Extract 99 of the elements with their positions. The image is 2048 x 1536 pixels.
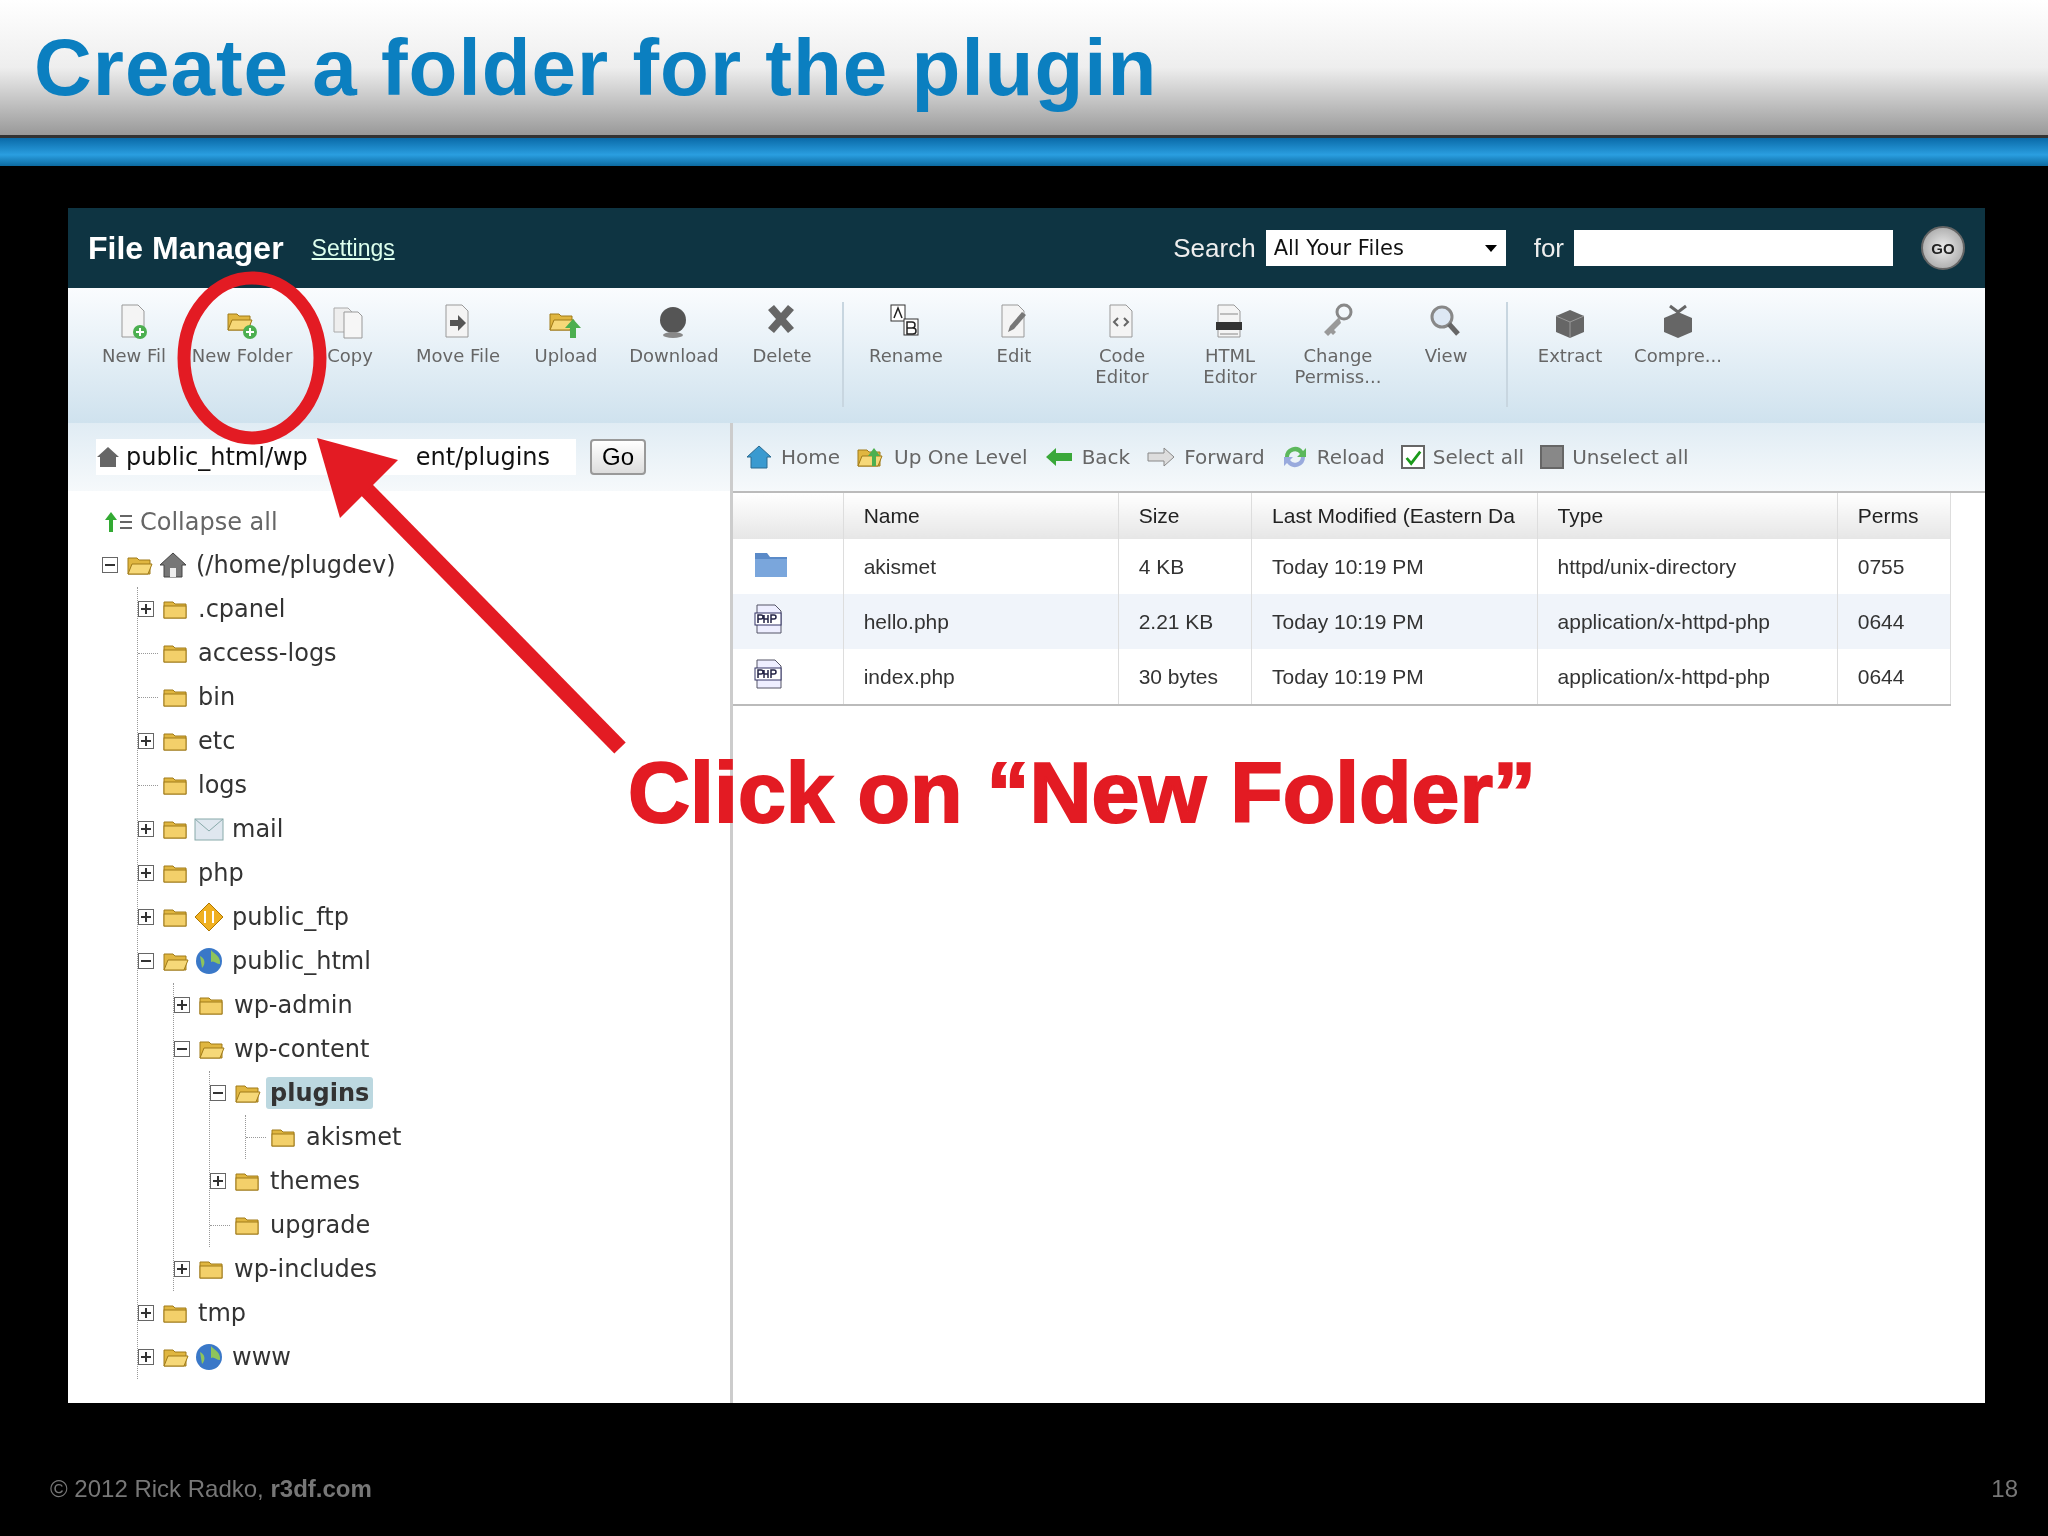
- tree-item[interactable]: etc: [194, 725, 240, 757]
- collapse-all-button[interactable]: Collapse all: [98, 507, 730, 537]
- tree-item[interactable]: upgrade: [266, 1209, 375, 1241]
- for-label: for: [1533, 232, 1564, 264]
- house-icon: [745, 444, 773, 470]
- toolbar-button[interactable]: Copy: [296, 302, 404, 407]
- nav-button[interactable]: Forward: [1146, 445, 1265, 469]
- expand-toggle[interactable]: [138, 909, 154, 925]
- expand-toggle[interactable]: [138, 821, 154, 837]
- table-cell: 0644: [1837, 649, 1951, 705]
- tree-item[interactable]: logs: [194, 769, 252, 801]
- nav-button[interactable]: Reload: [1280, 444, 1385, 470]
- table-cell: Today 10:19 PM: [1251, 649, 1538, 705]
- php-file-icon: [753, 603, 785, 635]
- go-button[interactable]: GO: [1921, 226, 1965, 270]
- tree-item[interactable]: tmp: [194, 1297, 251, 1329]
- column-header[interactable]: Type: [1537, 493, 1838, 539]
- expand-toggle[interactable]: [174, 1261, 190, 1277]
- tree-item[interactable]: wp-admin: [230, 989, 357, 1021]
- page-number: 18: [1991, 1475, 2018, 1503]
- tree-item[interactable]: php: [194, 857, 248, 889]
- tree-item[interactable]: public_ftp: [228, 901, 353, 933]
- tree-item[interactable]: wp-includes: [230, 1253, 381, 1285]
- app-title: File Manager: [88, 229, 284, 267]
- expand-toggle[interactable]: [138, 865, 154, 881]
- tree-item[interactable]: public_html: [228, 945, 375, 977]
- search-field[interactable]: [1574, 230, 1893, 266]
- table-cell: 2.21 KB: [1118, 594, 1252, 649]
- collapse-toggle[interactable]: [138, 953, 154, 969]
- expand-toggle[interactable]: [138, 1349, 154, 1365]
- tree-item[interactable]: bin: [194, 681, 240, 713]
- tree-item[interactable]: www: [228, 1341, 295, 1373]
- table-cell: index.php: [843, 649, 1119, 705]
- tree-item[interactable]: access-logs: [194, 637, 341, 669]
- table-cell: application/x-httpd-php: [1537, 649, 1838, 705]
- house-icon: [96, 445, 120, 469]
- callout-text: Click on “New Folder”: [628, 743, 1536, 842]
- php-file-icon: [753, 658, 785, 690]
- toolbar-button[interactable]: Code Editor: [1068, 302, 1176, 407]
- collapse-toggle[interactable]: [102, 557, 118, 573]
- nav-button[interactable]: Select all: [1400, 445, 1525, 469]
- checkbox[interactable]: [1400, 445, 1425, 469]
- tree-item[interactable]: wp-content: [230, 1033, 374, 1065]
- globe-icon: [194, 946, 224, 976]
- caret-icon: [1483, 243, 1498, 253]
- table-cell: hello.php: [843, 594, 1119, 649]
- copyright-text: © 2012 Rick Radko, r3df.com: [50, 1475, 372, 1503]
- toolbar-button[interactable]: HTML Editor: [1176, 302, 1284, 407]
- expand-toggle[interactable]: [210, 1173, 226, 1189]
- tree-item[interactable]: (/home/plugdev): [192, 549, 400, 581]
- expand-toggle[interactable]: [138, 1305, 154, 1321]
- table-cell: 30 bytes: [1118, 649, 1252, 705]
- right-arrow-icon: [1146, 446, 1177, 468]
- toolbar-button[interactable]: Change Permiss...: [1284, 302, 1392, 407]
- table-cell: Today 10:19 PM: [1251, 594, 1538, 649]
- nav-button[interactable]: Unselect all: [1540, 445, 1689, 469]
- toolbar-button[interactable]: New Folder: [188, 302, 296, 407]
- column-header[interactable]: Last Modified (Eastern Da: [1251, 493, 1538, 539]
- toolbar-button[interactable]: Compre...: [1624, 302, 1732, 407]
- table-cell: application/x-httpd-php: [1537, 594, 1838, 649]
- toolbar-button[interactable]: Download: [620, 302, 728, 407]
- toolbar-button[interactable]: Extract: [1516, 302, 1624, 407]
- globe-icon: [194, 1342, 224, 1372]
- toolbar-button[interactable]: Edit: [960, 302, 1068, 407]
- expand-toggle[interactable]: [174, 997, 190, 1013]
- checkbox[interactable]: [1540, 445, 1565, 469]
- search-label: Search: [1173, 232, 1256, 264]
- tree-item[interactable]: plugins: [266, 1077, 374, 1109]
- tree-item[interactable]: mail: [228, 813, 288, 845]
- path-text: ent/plugins: [415, 443, 551, 471]
- scope-dropdown[interactable]: All Your Files: [1265, 230, 1506, 266]
- toolbar-button[interactable]: Move File: [404, 302, 512, 407]
- nav-button[interactable]: Back: [1043, 445, 1131, 469]
- expand-toggle[interactable]: [138, 601, 154, 617]
- expand-toggle[interactable]: [138, 733, 154, 749]
- settings-link[interactable]: Settings: [311, 234, 395, 262]
- slide-title: Create a folder for the plugin: [34, 21, 1158, 114]
- column-header[interactable]: Name: [843, 493, 1119, 539]
- tree-item[interactable]: akismet: [302, 1121, 406, 1153]
- toolbar-button[interactable]: Upload: [512, 302, 620, 407]
- nav-button[interactable]: Up One Level: [856, 444, 1028, 470]
- column-header[interactable]: Size: [1118, 493, 1252, 539]
- table-cell: 0644: [1837, 594, 1951, 649]
- toolbar-button[interactable]: Delete: [728, 302, 836, 407]
- path-text: public_html/wp: [126, 443, 308, 471]
- diamond-icon: [194, 902, 224, 932]
- tree-item[interactable]: themes: [266, 1165, 365, 1197]
- collapse-toggle[interactable]: [210, 1085, 226, 1101]
- tree-item[interactable]: .cpanel: [194, 593, 290, 625]
- envelope-icon: [194, 816, 224, 842]
- collapse-icon: [104, 510, 134, 534]
- house-icon: [158, 551, 188, 579]
- toolbar-button[interactable]: View: [1392, 302, 1500, 407]
- nav-button[interactable]: Home: [745, 444, 841, 470]
- column-header[interactable]: Perms: [1837, 493, 1951, 539]
- collapse-toggle[interactable]: [174, 1041, 190, 1057]
- toolbar-button[interactable]: New Fil: [80, 302, 188, 407]
- go-button[interactable]: Go: [590, 439, 646, 475]
- toolbar-button[interactable]: Rename: [852, 302, 960, 407]
